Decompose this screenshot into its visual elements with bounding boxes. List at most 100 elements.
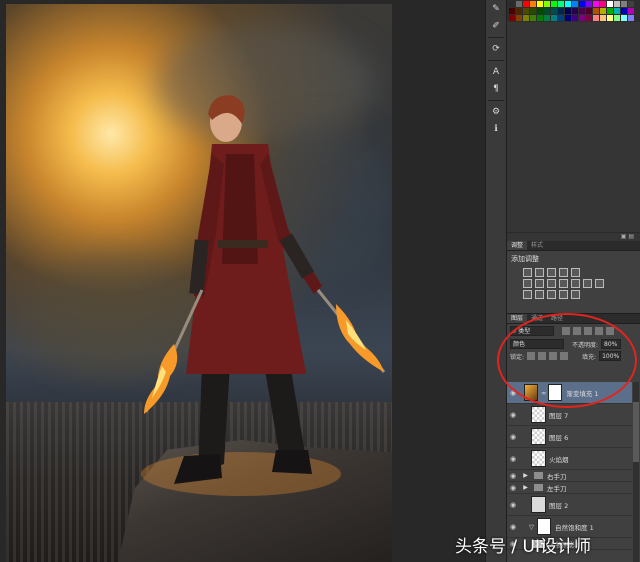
color-swatch[interactable] xyxy=(565,8,571,14)
rotate-icon[interactable]: ⟳ xyxy=(486,41,506,57)
tab-paths[interactable]: 路径 xyxy=(547,314,567,323)
color-swatch[interactable] xyxy=(523,15,529,21)
color-balance-icon[interactable] xyxy=(547,279,556,288)
layer-row[interactable]: ◉ 图层 2 xyxy=(507,494,632,516)
shape-filter-icon[interactable] xyxy=(595,327,603,335)
color-swatch[interactable] xyxy=(600,1,606,7)
color-swatch[interactable] xyxy=(600,8,606,14)
color-swatch[interactable] xyxy=(593,8,599,14)
tab-channels[interactable]: 通道 xyxy=(527,314,547,323)
layer-row[interactable]: ◉ 图层 6 xyxy=(507,426,632,448)
blend-mode-select[interactable]: 颜色 xyxy=(510,339,564,349)
color-swatch[interactable] xyxy=(628,8,634,14)
opacity-input[interactable]: 80% xyxy=(601,339,622,349)
scrollbar-thumb[interactable] xyxy=(633,402,639,462)
levels-icon[interactable] xyxy=(535,268,544,277)
color-swatch[interactable] xyxy=(509,1,515,7)
eye-icon[interactable]: ◉ xyxy=(507,472,519,480)
color-swatch[interactable] xyxy=(607,8,613,14)
eye-icon[interactable]: ◉ xyxy=(507,411,519,419)
threshold-icon[interactable] xyxy=(547,290,556,299)
filter-kind-select[interactable]: ⌕ 类型 xyxy=(510,326,554,336)
settings-icon[interactable]: ⚙ xyxy=(486,104,506,120)
trash-icon[interactable]: ▤ xyxy=(628,233,634,240)
tab-styles[interactable]: 样式 xyxy=(527,241,547,250)
color-swatch[interactable] xyxy=(551,15,557,21)
color-swatch[interactable] xyxy=(614,8,620,14)
color-swatch[interactable] xyxy=(509,8,515,14)
color-swatch[interactable] xyxy=(516,1,522,7)
lock-move-icon[interactable] xyxy=(549,352,558,360)
info-icon[interactable]: ℹ xyxy=(486,121,506,137)
color-swatch[interactable] xyxy=(607,15,613,21)
adjustment-filter-icon[interactable] xyxy=(573,327,581,335)
color-swatch[interactable] xyxy=(593,15,599,21)
layer-row[interactable]: ◉ 图层 7 xyxy=(507,404,632,426)
black-white-icon[interactable] xyxy=(559,279,568,288)
color-swatch[interactable] xyxy=(558,8,564,14)
color-swatch[interactable] xyxy=(572,15,578,21)
color-swatch[interactable] xyxy=(621,1,627,7)
color-swatch[interactable] xyxy=(523,8,529,14)
fill-input[interactable]: 100% xyxy=(599,351,622,361)
type-filter-icon[interactable] xyxy=(584,327,592,335)
color-swatch[interactable] xyxy=(628,1,634,7)
layers-scrollbar[interactable] xyxy=(633,382,639,562)
color-swatch[interactable] xyxy=(537,1,543,7)
color-swatch[interactable] xyxy=(593,1,599,7)
color-swatch[interactable] xyxy=(586,1,592,7)
color-swatch[interactable] xyxy=(579,1,585,7)
color-swatch[interactable] xyxy=(516,15,522,21)
color-swatch[interactable] xyxy=(544,15,550,21)
curves-icon[interactable] xyxy=(547,268,556,277)
color-swatch[interactable] xyxy=(565,1,571,7)
color-swatch[interactable] xyxy=(572,1,578,7)
color-swatch[interactable] xyxy=(607,1,613,7)
stamp-icon[interactable]: ✎ xyxy=(486,1,506,17)
color-swatch[interactable] xyxy=(586,15,592,21)
layer-group-row[interactable]: ◉ ▶ 左手刀 xyxy=(507,482,632,494)
color-swatch[interactable] xyxy=(509,15,515,21)
color-swatch[interactable] xyxy=(551,1,557,7)
eye-icon[interactable]: ◉ xyxy=(507,433,519,441)
tab-adjustments[interactable]: 调整 xyxy=(507,241,528,250)
eye-icon[interactable]: ◉ xyxy=(507,455,519,463)
color-swatch[interactable] xyxy=(544,1,550,7)
paragraph-icon[interactable]: ¶ xyxy=(486,81,506,97)
selective-color-icon[interactable] xyxy=(571,290,580,299)
color-swatch[interactable] xyxy=(523,1,529,7)
canvas-area[interactable] xyxy=(0,0,485,562)
color-swatch[interactable] xyxy=(537,15,543,21)
hue-saturation-icon[interactable] xyxy=(535,279,544,288)
eye-icon[interactable]: ◉ xyxy=(507,484,519,492)
color-swatch[interactable] xyxy=(614,15,620,21)
channel-mixer-icon[interactable] xyxy=(583,279,592,288)
color-swatch[interactable] xyxy=(621,15,627,21)
color-swatch[interactable] xyxy=(565,15,571,21)
color-swatch[interactable] xyxy=(516,8,522,14)
color-swatch[interactable] xyxy=(537,8,543,14)
chevron-right-icon[interactable]: ▶ xyxy=(521,472,530,479)
color-swatch[interactable] xyxy=(628,15,634,21)
invert-icon[interactable] xyxy=(523,290,532,299)
color-swatch[interactable] xyxy=(551,8,557,14)
chevron-right-icon[interactable]: ▶ xyxy=(521,484,530,491)
color-swatch[interactable] xyxy=(579,8,585,14)
lock-all-icon[interactable] xyxy=(560,352,569,360)
eye-icon[interactable]: ◉ xyxy=(507,523,519,531)
lock-transparency-icon[interactable] xyxy=(527,352,536,360)
vibrance-icon[interactable] xyxy=(523,279,532,288)
photo-filter-icon[interactable] xyxy=(571,279,580,288)
color-swatch[interactable] xyxy=(530,8,536,14)
color-swatch[interactable] xyxy=(614,1,620,7)
text-icon[interactable]: A xyxy=(486,64,506,80)
color-swatch[interactable] xyxy=(572,8,578,14)
brightness-icon[interactable] xyxy=(523,268,532,277)
smart-object-filter-icon[interactable] xyxy=(606,327,614,335)
layer-group-row[interactable]: ◉ ▶ 右手刀 xyxy=(507,470,632,482)
color-swatch[interactable] xyxy=(558,15,564,21)
color-swatch[interactable] xyxy=(558,1,564,7)
color-swatch[interactable] xyxy=(586,8,592,14)
exposure-icon[interactable] xyxy=(559,268,568,277)
pixel-filter-icon[interactable] xyxy=(562,327,570,335)
